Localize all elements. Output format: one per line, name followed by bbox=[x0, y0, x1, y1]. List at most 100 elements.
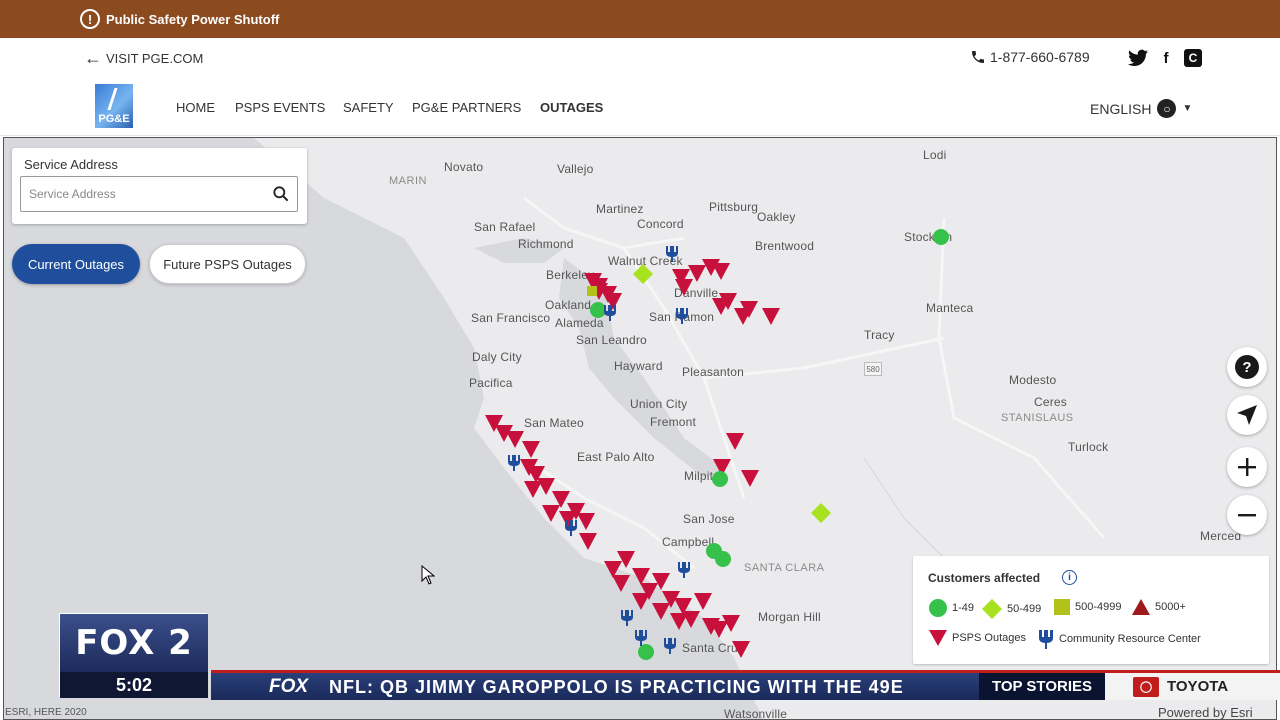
utility-bar: ← VISIT PGE.COM 1-877-660-6789 f C bbox=[0, 38, 1280, 80]
psps-outage-marker[interactable] bbox=[726, 433, 744, 450]
nav-pge-partners[interactable]: PG&E PARTNERS bbox=[412, 100, 521, 115]
psps-outage-marker[interactable] bbox=[732, 641, 750, 658]
outage-50-499-marker[interactable] bbox=[811, 503, 831, 523]
legend-item: Community Resource Center bbox=[1037, 629, 1201, 649]
community-resource-center-marker[interactable] bbox=[565, 520, 577, 536]
psps-outage-marker[interactable] bbox=[632, 568, 650, 585]
current-outages-button[interactable]: Current Outages bbox=[12, 244, 140, 284]
future-psps-button[interactable]: Future PSPS Outages bbox=[149, 244, 306, 284]
map-legend: Customers affected i 1-49 50-499 500-499… bbox=[913, 556, 1269, 664]
community-resource-center-marker[interactable] bbox=[676, 308, 688, 324]
visit-pge-label: VISIT PGE.COM bbox=[106, 50, 204, 66]
legend-item: 500-4999 bbox=[1053, 598, 1122, 616]
psps-triangle-icon bbox=[929, 630, 947, 646]
nav-safety[interactable]: SAFETY bbox=[343, 100, 394, 115]
c-icon[interactable]: C bbox=[1184, 49, 1202, 67]
globe-icon: ○ bbox=[1157, 99, 1177, 118]
phone-number: 1-877-660-6789 bbox=[990, 49, 1090, 65]
community-resource-center-marker[interactable] bbox=[621, 610, 633, 626]
help-button[interactable]: ? bbox=[1227, 347, 1267, 387]
phone-link[interactable]: 1-877-660-6789 bbox=[970, 49, 1090, 65]
outage-500-4999-marker[interactable] bbox=[587, 286, 597, 296]
legend-item: 5000+ bbox=[1131, 598, 1186, 616]
psps-outage-marker[interactable] bbox=[741, 470, 759, 487]
outage-1-49-marker[interactable] bbox=[715, 551, 731, 567]
zoom-in-button[interactable] bbox=[1227, 447, 1267, 487]
outage-1-49-marker[interactable] bbox=[712, 471, 728, 487]
twitter-icon[interactable] bbox=[1128, 48, 1148, 68]
psps-outage-marker[interactable] bbox=[577, 513, 595, 530]
nav-outages[interactable]: OUTAGES bbox=[540, 100, 603, 115]
community-resource-center-marker[interactable] bbox=[678, 562, 690, 578]
top-stories-label: TOP STORIES bbox=[979, 673, 1105, 700]
community-resource-center-marker[interactable] bbox=[635, 630, 647, 646]
zoom-out-button[interactable] bbox=[1227, 495, 1267, 535]
psps-outage-marker[interactable] bbox=[506, 431, 524, 448]
sponsor-badge: ◯ TOYOTA bbox=[1105, 673, 1280, 700]
olive-square-icon bbox=[1054, 599, 1070, 615]
psps-outage-marker[interactable] bbox=[522, 441, 540, 458]
legend-title: Customers affected bbox=[928, 571, 1041, 585]
arrow-left-icon: ← bbox=[84, 48, 102, 68]
community-resource-center-marker[interactable] bbox=[604, 305, 616, 321]
main-nav: PG&E HOME PSPS EVENTS SAFETY PG&E PARTNE… bbox=[0, 80, 1280, 136]
fox-network-logo: FOX bbox=[269, 676, 309, 697]
psps-banner: ! Public Safety Power Shutoff bbox=[0, 0, 1280, 38]
outage-1-49-marker[interactable] bbox=[590, 302, 606, 318]
psps-outage-marker[interactable] bbox=[632, 593, 650, 610]
chevron-down-icon: ▼ bbox=[1182, 103, 1193, 114]
psps-outage-marker[interactable] bbox=[542, 505, 560, 522]
powered-by-esri[interactable]: Powered by Esri bbox=[1158, 705, 1253, 720]
psps-outage-marker[interactable] bbox=[612, 575, 630, 592]
psps-outage-marker[interactable] bbox=[652, 603, 670, 620]
plus-icon bbox=[1238, 458, 1256, 476]
facebook-icon[interactable]: f bbox=[1156, 48, 1176, 68]
nav-home[interactable]: HOME bbox=[176, 100, 215, 115]
legend-item: 50-499 bbox=[981, 598, 1041, 620]
outage-1-49-marker[interactable] bbox=[933, 229, 949, 245]
green-circle-icon bbox=[929, 599, 947, 617]
locate-button[interactable] bbox=[1227, 395, 1267, 435]
minus-icon bbox=[1238, 514, 1256, 517]
community-resource-center-marker[interactable] bbox=[666, 246, 678, 262]
language-label: ENGLISH bbox=[1090, 100, 1152, 117]
psps-outage-marker[interactable] bbox=[537, 478, 555, 495]
search-input[interactable] bbox=[20, 176, 298, 212]
lime-diamond-icon bbox=[982, 599, 1002, 619]
legend-item: PSPS Outages bbox=[928, 629, 1026, 647]
darkred-triangle-icon bbox=[1132, 599, 1150, 615]
outage-50-499-marker[interactable] bbox=[633, 264, 653, 284]
pge-logo[interactable]: PG&E bbox=[95, 84, 133, 128]
fox2-logo: FOX 2 bbox=[60, 614, 208, 672]
plug-icon bbox=[1039, 630, 1053, 649]
alert-circle-icon: ! bbox=[80, 9, 100, 29]
search-icon[interactable] bbox=[271, 184, 291, 204]
psps-outage-marker[interactable] bbox=[694, 593, 712, 610]
social-links: f C bbox=[1128, 48, 1202, 68]
language-selector[interactable]: ENGLISH ○ ▼ bbox=[1090, 99, 1192, 118]
community-resource-center-marker[interactable] bbox=[664, 638, 676, 654]
news-ticker: FOX NFL: QB JIMMY GAROPPOLO IS PRACTICIN… bbox=[211, 670, 1280, 700]
toyota-logo-icon: ◯ bbox=[1133, 676, 1159, 697]
psps-outage-marker[interactable] bbox=[762, 308, 780, 325]
mouse-cursor-icon bbox=[421, 565, 435, 585]
navigation-arrow-icon bbox=[1237, 405, 1257, 425]
outage-1-49-marker[interactable] bbox=[638, 644, 654, 660]
psps-outage-marker[interactable] bbox=[617, 551, 635, 568]
psps-outage-marker[interactable] bbox=[579, 533, 597, 550]
psps-outage-marker[interactable] bbox=[712, 263, 730, 280]
psps-outage-marker[interactable] bbox=[524, 481, 542, 498]
map-attribution: ESRI, HERE 2020 bbox=[5, 707, 87, 718]
psps-outage-marker[interactable] bbox=[559, 511, 577, 528]
visit-pge-link[interactable]: ← VISIT PGE.COM bbox=[84, 48, 204, 68]
info-icon[interactable]: i bbox=[1062, 570, 1077, 585]
community-resource-center-marker[interactable] bbox=[508, 455, 520, 471]
psps-outage-marker[interactable] bbox=[670, 613, 688, 630]
svg-text:?: ? bbox=[1242, 359, 1251, 376]
psps-outage-marker[interactable] bbox=[675, 279, 693, 296]
psps-outage-marker[interactable] bbox=[604, 293, 622, 310]
search-label: Service Address bbox=[24, 157, 118, 172]
ticker-text: NFL: QB JIMMY GAROPPOLO IS PRACTICING WI… bbox=[329, 677, 904, 697]
nav-psps-events[interactable]: PSPS EVENTS bbox=[235, 100, 325, 115]
help-icon: ? bbox=[1235, 355, 1259, 379]
